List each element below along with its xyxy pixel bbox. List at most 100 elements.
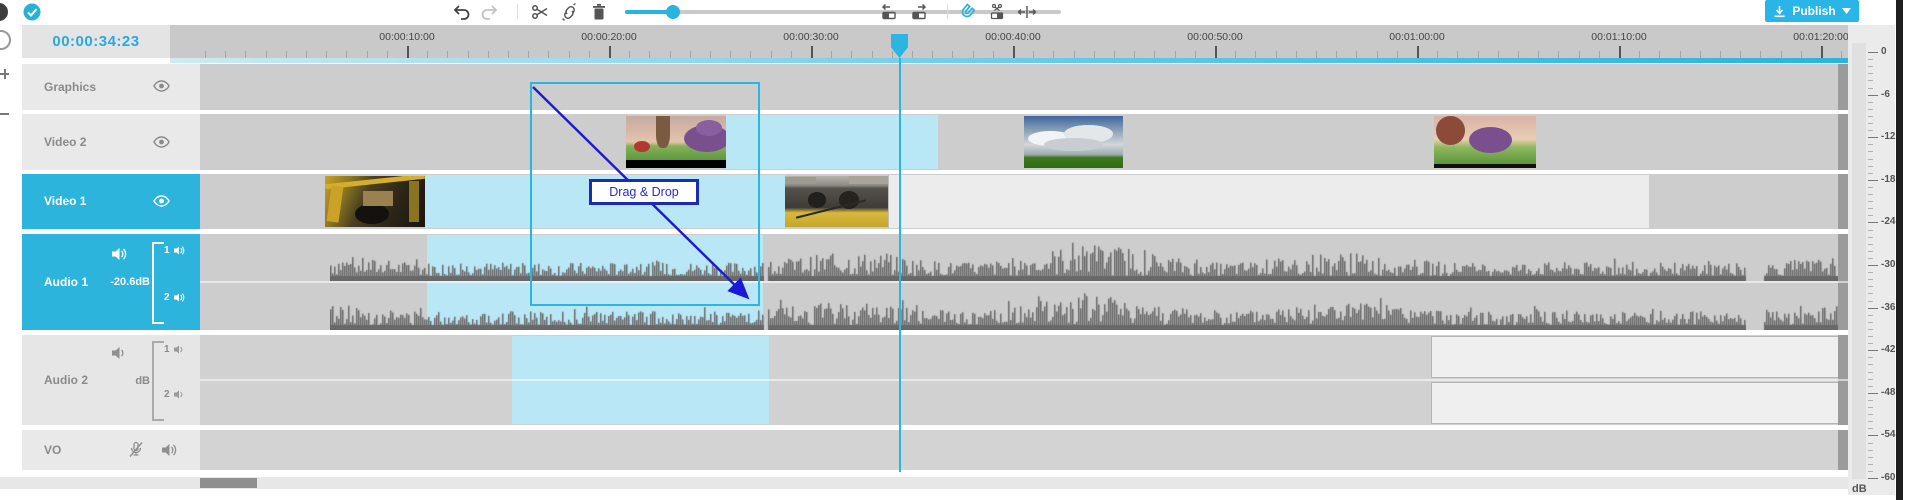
meter-tick xyxy=(1868,357,1873,358)
publish-button[interactable]: Publish xyxy=(1765,0,1859,22)
speaker-icon[interactable] xyxy=(110,246,128,262)
ruler-minor-tick xyxy=(1639,51,1640,58)
meter-tick xyxy=(1868,322,1873,323)
zoom-out-rail-icon[interactable] xyxy=(0,108,10,120)
track-row-graphics[interactable] xyxy=(200,64,1848,110)
ruler-time-label: 00:00:40:00 xyxy=(985,31,1040,43)
ruler-minor-tick xyxy=(569,51,570,58)
redo-button[interactable] xyxy=(478,3,500,21)
trash-button[interactable] xyxy=(588,3,610,21)
zoom-in-rail-icon[interactable] xyxy=(0,68,10,80)
ruler-minor-tick xyxy=(427,51,428,58)
ruler-minor-tick xyxy=(993,51,994,58)
meter-tick xyxy=(1868,73,1873,74)
visibility-eye-icon[interactable] xyxy=(153,79,170,93)
ruler-time-label: 00:00:30:00 xyxy=(783,31,838,43)
ruler-minor-tick xyxy=(1478,51,1479,58)
channel-label: 1 xyxy=(164,344,170,355)
meter-tick xyxy=(1868,421,1873,422)
meter-db-label: -36 xyxy=(1881,302,1895,313)
ruler-minor-tick xyxy=(245,51,246,58)
meter-tick xyxy=(1868,109,1873,110)
track-header-video1[interactable]: Video 1 xyxy=(22,174,200,229)
unlink-button[interactable] xyxy=(558,3,580,21)
meter-tick xyxy=(1868,478,1878,479)
meter-db-label: -48 xyxy=(1881,387,1895,398)
track-header-vo[interactable]: VO xyxy=(22,430,200,470)
ruler-minor-tick xyxy=(1053,51,1054,58)
ruler-minor-tick xyxy=(367,51,368,58)
channel-1[interactable]: 1 xyxy=(164,245,186,256)
ruler-minor-tick xyxy=(1154,51,1155,58)
ruler-minor-tick xyxy=(1255,51,1256,58)
ruler-minor-tick xyxy=(1841,51,1842,58)
ruler-minor-tick xyxy=(1538,51,1539,58)
video1-empty-region[interactable] xyxy=(888,175,1649,228)
meter-tick xyxy=(1868,222,1878,223)
meter-tick xyxy=(1868,301,1873,302)
meter-tick xyxy=(1868,286,1873,287)
track-header-audio2[interactable]: Audio 2 dB 1 2 xyxy=(22,335,200,425)
trim-start-button[interactable] xyxy=(878,3,900,21)
timeline-loaded-bar xyxy=(170,58,1848,63)
channel-label: 1 xyxy=(164,245,170,256)
ripple-move-button[interactable] xyxy=(1016,3,1038,21)
speaker-icon[interactable] xyxy=(110,345,128,361)
audio2-empty-clip-ch2[interactable] xyxy=(1431,382,1848,424)
horizontal-scrollbar[interactable] xyxy=(0,477,1848,489)
speaker-icon[interactable] xyxy=(173,245,186,256)
track-row-video1[interactable] xyxy=(200,174,1848,229)
meter-tick xyxy=(1868,471,1873,472)
ruler-minor-tick xyxy=(326,51,327,58)
audio2-empty-clip-ch1[interactable] xyxy=(1431,336,1848,378)
speaker-icon[interactable] xyxy=(160,442,178,458)
track-row-audio2[interactable] xyxy=(200,335,1848,425)
db-unit-label: dB xyxy=(1852,483,1867,495)
magnet-snap-button[interactable] xyxy=(956,3,978,21)
ruler-minor-tick xyxy=(912,51,913,58)
trim-end-button[interactable] xyxy=(908,3,930,21)
meter-tick xyxy=(1868,208,1873,209)
partial-circle-icon xyxy=(0,30,11,50)
speaker-icon[interactable] xyxy=(173,292,186,303)
speaker-icon[interactable] xyxy=(173,344,186,355)
timeline-ruler[interactable]: 00:00:10:0000:00:20:0000:00:30:0000:00:4… xyxy=(170,25,1848,58)
scissors-cut-button[interactable] xyxy=(529,3,551,21)
channel-label: 2 xyxy=(164,292,170,303)
meter-tick xyxy=(1868,52,1878,53)
clip-thumbnail-clouds[interactable] xyxy=(1024,116,1123,168)
ruler-minor-tick xyxy=(1680,51,1681,58)
track-header-graphics[interactable]: Graphics xyxy=(22,64,200,110)
visibility-eye-icon[interactable] xyxy=(153,135,170,149)
horizontal-scrollbar-thumb[interactable] xyxy=(200,478,257,488)
partial-left-icon xyxy=(0,3,10,21)
razor-split-button[interactable] xyxy=(986,3,1008,21)
meter-tick xyxy=(1868,279,1873,280)
meter-tick xyxy=(1868,450,1873,451)
track-label: Video 2 xyxy=(44,135,86,149)
track-header-video2[interactable]: Video 2 xyxy=(22,114,200,170)
ruler-minor-tick xyxy=(1720,51,1721,58)
meter-tick xyxy=(1868,407,1873,408)
undo-button[interactable] xyxy=(451,3,473,21)
clip-thumbnail-taxi[interactable] xyxy=(785,176,888,227)
track-row-vo[interactable] xyxy=(200,430,1848,470)
thumbnail-art xyxy=(355,204,389,224)
clip-thumbnail-dragon-2[interactable] xyxy=(1434,116,1536,168)
toolbar: Publish xyxy=(0,0,1910,24)
meter-tick xyxy=(1868,130,1873,131)
visibility-eye-icon[interactable] xyxy=(153,194,170,208)
channel-label: 2 xyxy=(164,389,170,400)
track-header-audio1[interactable]: Audio 1 -20.6dB 1 2 xyxy=(22,234,200,330)
clip-thumbnail-machine[interactable] xyxy=(325,176,425,227)
meter-db-label: -18 xyxy=(1881,174,1895,185)
channel-2[interactable]: 2 xyxy=(164,292,186,303)
ruler-minor-tick xyxy=(1175,51,1176,58)
zoom-slider-thumb[interactable] xyxy=(666,5,680,19)
microphone-muted-icon[interactable] xyxy=(128,441,144,458)
track-row-video2[interactable] xyxy=(200,114,1848,170)
caret-down-icon[interactable] xyxy=(1842,8,1851,14)
speaker-icon[interactable] xyxy=(173,389,186,400)
channel-1[interactable]: 1 xyxy=(164,344,186,355)
channel-2[interactable]: 2 xyxy=(164,389,186,400)
